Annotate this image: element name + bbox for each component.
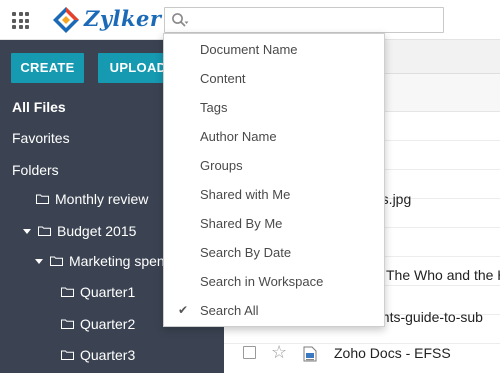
search-icon[interactable] <box>171 12 189 28</box>
search-option-label: Document Name <box>200 42 298 57</box>
search-option-search-in-workspace[interactable]: Search in Workspace <box>164 267 384 296</box>
row-checkbox[interactable] <box>243 346 256 359</box>
folder-label: Quarter1 <box>80 284 136 300</box>
search-option-label: Tags <box>200 100 228 115</box>
checkmark-icon: ✔ <box>178 303 189 317</box>
search-option-document-name[interactable]: Document Name <box>164 35 384 64</box>
create-button[interactable]: CREATE <box>11 53 84 83</box>
nav-all-files[interactable]: All Files <box>12 99 66 115</box>
search-input[interactable] <box>164 7 444 33</box>
folder-item-budget-2015[interactable]: Budget 2015 <box>23 223 136 239</box>
folder-label: Budget 2015 <box>57 223 137 239</box>
search-option-label: Groups <box>200 158 243 173</box>
app-logo-text: Zylker <box>84 6 162 31</box>
folder-icon <box>36 194 49 204</box>
search-option-content[interactable]: Content <box>164 64 384 93</box>
folder-icon <box>61 287 74 297</box>
folder-label: Monthly review <box>55 191 149 207</box>
search-option-label: Content <box>200 71 246 86</box>
search-option-groups[interactable]: Groups <box>164 151 384 180</box>
folder-label: Quarter3 <box>80 347 136 363</box>
nav-folders[interactable]: Folders <box>12 162 59 178</box>
folder-item-marketing[interactable]: Marketing spen <box>35 253 165 269</box>
folder-label: Quarter2 <box>80 316 136 332</box>
file-name[interactable]: The Who and the H <box>386 267 500 283</box>
star-icon[interactable]: ☆ <box>271 343 287 361</box>
search-option-label: Author Name <box>200 129 277 144</box>
search-option-shared-with-me[interactable]: Shared with Me <box>164 180 384 209</box>
nav-favorites[interactable]: Favorites <box>12 130 70 146</box>
search-option-label: Shared with Me <box>200 187 291 202</box>
folder-item-quarter3[interactable]: Quarter3 <box>61 347 135 363</box>
file-name[interactable]: ants-guide-to-sub <box>374 309 483 325</box>
search-option-label: Search in Workspace <box>200 274 324 289</box>
search-option-label: Search By Date <box>200 245 292 260</box>
folder-item-monthly-review[interactable]: Monthly review <box>36 191 148 207</box>
search-option-search-all[interactable]: ✔ Search All <box>164 296 384 325</box>
search-option-search-by-date[interactable]: Search By Date <box>164 238 384 267</box>
search-option-author-name[interactable]: Author Name <box>164 122 384 151</box>
folder-icon <box>50 256 63 266</box>
folder-item-quarter2[interactable]: Quarter2 <box>61 316 135 332</box>
folder-label: Marketing spen <box>69 253 165 269</box>
document-file-icon <box>303 346 317 362</box>
folder-icon <box>61 350 74 360</box>
folder-icon <box>61 319 74 329</box>
caret-down-icon[interactable] <box>23 228 31 234</box>
search-options-dropdown: Document Name Content Tags Author Name G… <box>163 33 385 327</box>
folder-icon <box>38 226 51 236</box>
search-option-shared-by-me[interactable]: Shared By Me <box>164 209 384 238</box>
zylker-logo-icon <box>53 7 79 33</box>
caret-down-icon[interactable] <box>35 258 43 264</box>
search-option-label: Shared By Me <box>200 216 283 231</box>
folder-item-quarter1[interactable]: Quarter1 <box>61 284 135 300</box>
search-option-tags[interactable]: Tags <box>164 93 384 122</box>
search-option-label: Search All <box>200 303 259 318</box>
apps-grid-icon[interactable] <box>12 12 29 29</box>
file-name[interactable]: Zoho Docs - EFSS <box>334 345 451 361</box>
